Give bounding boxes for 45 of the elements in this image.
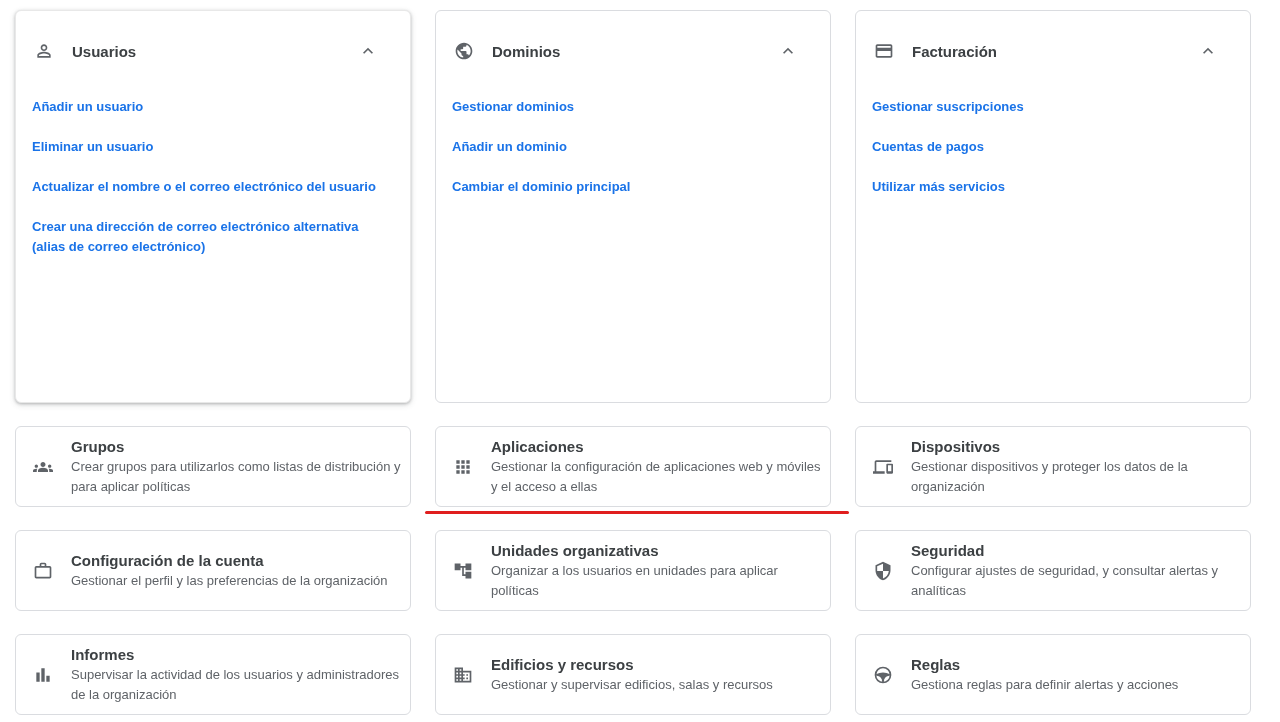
tool-title: Informes [71,644,136,665]
tool-title: Unidades organizativas [491,540,660,561]
section-link[interactable]: Cambiar el dominio principal [452,177,814,197]
tool-card[interactable]: Configuración de la cuenta Gestionar el perfil y las preferencias de la organización [15,530,411,611]
tool-card[interactable]: Informes Supervisar la actividad de los usuarios y administradores de la organización [15,634,411,715]
tool-card[interactable]: Seguridad Configurar ajustes de seguridad, y consultar alertas y analíticas [855,530,1251,611]
section-title: Usuarios [72,42,138,60]
section-title: Facturación [912,42,999,60]
tool-description: Supervisar la actividad de los usuarios y administradores de la organización [71,665,401,704]
tool-title: Seguridad [911,540,986,561]
section-link[interactable]: Añadir un usuario [32,97,394,117]
tool-description: Gestiona reglas para definir alertas y acciones [911,675,1179,694]
section-link[interactable]: Añadir un dominio [452,137,814,157]
tool-description: Gestionar la configuración de aplicaciones web y móviles y el acceso a ellas [491,457,822,496]
tool-description: Gestionar el perfil y las preferencias de la organización [71,571,388,590]
tool-card[interactable]: Dispositivos Gestionar dispositivos y proteger los datos de la organización [855,426,1251,507]
tool-card[interactable]: Edificios y recursos Gestionar y supervisar edificios, salas y recursos [435,634,831,715]
tool-card[interactable]: Reglas Gestiona reglas para definir alertas y acciones [855,634,1251,715]
tool-title: Grupos [71,436,126,457]
credit-card-icon [874,41,894,61]
shield-icon [873,560,893,581]
section-link[interactable]: Gestionar dominios [452,97,814,117]
tool-title: Edificios y recursos [491,654,635,675]
tool-title: Reglas [911,654,962,675]
tool-description: Gestionar y supervisar edificios, salas y recursos [491,675,773,694]
briefcase-icon [33,560,53,581]
tool-description: Organizar a los usuarios en unidades para aplicar políticas [491,561,779,600]
tool-description: Configurar ajustes de seguridad, y consultar alertas y analíticas [911,561,1220,600]
tool-card[interactable]: Grupos Crear grupos para utilizarlos como listas de distribución y para aplicar políticas [15,426,411,507]
tool-card[interactable]: Aplicaciones Gestionar la configuración de aplicaciones web y móviles y el acceso a ellas [435,426,831,507]
section-link[interactable]: Utilizar más servicios [872,177,1234,197]
section-link[interactable]: Cuentas de pagos [872,137,1234,157]
section-link[interactable]: Eliminar un usuario [32,137,394,157]
tool-title: Dispositivos [911,436,1002,457]
tool-description: Crear grupos para utilizarlos como listas de distribución y para aplicar políticas [71,457,402,496]
section-title: Dominios [492,42,562,60]
globe-icon [454,41,474,61]
section-link[interactable]: Crear una dirección de correo electrónico alternativa (alias de correo electrónico) [32,217,394,257]
section-link[interactable]: Gestionar suscripciones [872,97,1234,117]
steering-wheel-icon [873,664,893,685]
section-link[interactable]: Actualizar el nombre o el correo electrónico del usuario [32,177,394,197]
tool-card[interactable]: Unidades organizativas Organizar a los usuarios en unidades para aplicar políticas [435,530,831,611]
tool-description: Gestionar dispositivos y proteger los datos de la organización [911,457,1189,496]
tool-title: Configuración de la cuenta [71,550,265,571]
tool-title: Aplicaciones [491,436,585,457]
